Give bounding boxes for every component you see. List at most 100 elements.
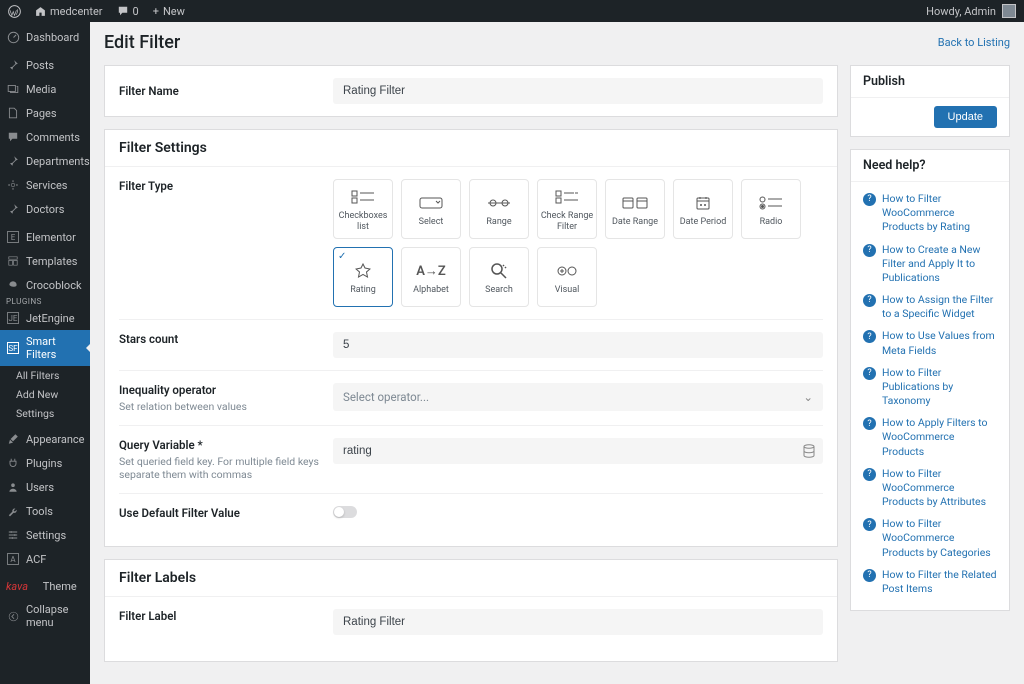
type-radio[interactable]: Radio (741, 179, 801, 239)
services-icon (6, 178, 20, 192)
type-range[interactable]: Range (469, 179, 529, 239)
plus-icon: + (153, 5, 159, 18)
brush-icon (6, 432, 20, 446)
wrench-icon (6, 504, 20, 518)
filter-labels-panel: Filter Labels Filter Label (104, 559, 838, 662)
help-icon: ? (863, 294, 876, 307)
filter-label-label: Filter Label (119, 609, 333, 623)
elementor-icon: E (6, 230, 20, 244)
comments-count: 0 (133, 5, 139, 18)
active-arrow-icon (86, 343, 91, 353)
chevron-down-icon: ⌄ (803, 390, 813, 404)
help-link[interactable]: How to Create a New Filter and Apply It … (882, 243, 997, 286)
help-heading: Need help? (851, 150, 1009, 182)
account-link[interactable]: Howdy, Admin (926, 4, 1016, 18)
submenu-settings[interactable]: Settings (10, 404, 90, 423)
sidebar-item-crocoblock[interactable]: Crocoblock (0, 273, 90, 297)
stars-count-input[interactable] (333, 332, 823, 358)
help-link[interactable]: How to Apply Filters to WooCommerce Prod… (882, 416, 997, 459)
sidebar-item-comments[interactable]: Comments (0, 125, 90, 149)
sidebar-item-elementor[interactable]: EElementor (0, 225, 90, 249)
help-icon: ? (863, 468, 876, 481)
type-visual[interactable]: Visual (537, 247, 597, 307)
type-rating[interactable]: ✓Rating (333, 247, 393, 307)
page-title: Edit Filter (104, 32, 180, 53)
help-icon: ? (863, 330, 876, 343)
help-icon: ? (863, 193, 876, 206)
radio-icon (759, 195, 783, 211)
help-link[interactable]: How to Use Values from Meta Fields (882, 329, 997, 357)
help-link[interactable]: How to Filter WooCommerce Products by Ra… (882, 192, 997, 235)
sidebar-item-plugins[interactable]: Plugins (0, 451, 90, 475)
sidebar-item-smartfilters[interactable]: SFSmart Filters (0, 330, 90, 366)
update-button[interactable]: Update (934, 106, 997, 128)
collapse-menu[interactable]: Collapse menu (0, 598, 90, 634)
help-link[interactable]: How to Filter the Related Post Items (882, 568, 997, 596)
type-select[interactable]: Select (401, 179, 461, 239)
sidebar-item-dashboard[interactable]: Dashboard (0, 25, 90, 49)
sidebar-item-doctors[interactable]: Doctors (0, 197, 90, 221)
doctors-icon (6, 202, 20, 216)
filter-type-grid: Checkboxes list Select Range Check Range… (333, 179, 823, 307)
sidebar-item-services[interactable]: Services (0, 173, 90, 197)
default-value-toggle[interactable] (333, 506, 357, 518)
help-link[interactable]: How to Filter WooCommerce Products by At… (882, 467, 997, 510)
type-checkboxes[interactable]: Checkboxes list (333, 179, 393, 239)
comments-link[interactable]: 0 (117, 5, 139, 18)
filter-label-input[interactable] (333, 609, 823, 635)
submenu-all-filters[interactable]: All Filters (10, 366, 90, 385)
help-icon: ? (863, 518, 876, 531)
help-link[interactable]: How to Filter WooCommerce Products by Ca… (882, 517, 997, 560)
alphabet-icon: A→Z (416, 263, 446, 279)
sidebar-item-tools[interactable]: Tools (0, 499, 90, 523)
query-var-input[interactable] (333, 438, 797, 464)
sidebar-item-jetengine[interactable]: JEJetEngine (0, 306, 90, 330)
help-link[interactable]: How to Assign the Filter to a Specific W… (882, 293, 997, 321)
sidebar-item-settings[interactable]: Settings (0, 523, 90, 547)
sidebar-item-templates[interactable]: Templates (0, 249, 90, 273)
sidebar-item-departments[interactable]: Departments (0, 149, 90, 173)
collapse-icon (6, 609, 20, 623)
default-value-label: Use Default Filter Value (119, 506, 333, 520)
type-dateperiod[interactable]: Date Period (673, 179, 733, 239)
inequality-select[interactable]: Select operator... ⌄ (333, 383, 823, 411)
checkrange-icon (555, 189, 579, 205)
type-alphabet[interactable]: A→ZAlphabet (401, 247, 461, 307)
type-checkrange[interactable]: Check Range Filter (537, 179, 597, 239)
sidebar-item-pages[interactable]: Pages (0, 101, 90, 125)
publish-panel: Publish Update (850, 65, 1010, 137)
filter-name-panel: Filter Name (104, 65, 838, 117)
sidebar-item-theme[interactable]: kava Theme (0, 575, 90, 598)
visual-icon (557, 263, 577, 279)
sidebar-item-posts[interactable]: Posts (0, 53, 90, 77)
croco-icon (6, 278, 20, 292)
jetengine-icon: JE (6, 311, 20, 325)
filter-settings-heading: Filter Settings (105, 130, 837, 167)
comment-icon (6, 130, 20, 144)
sidebar-item-appearance[interactable]: Appearance (0, 427, 90, 451)
database-icon[interactable] (803, 444, 815, 458)
sidebar-item-media[interactable]: Media (0, 77, 90, 101)
filter-name-input[interactable] (333, 78, 823, 104)
type-daterange[interactable]: Date Range (605, 179, 665, 239)
dashboard-icon (6, 30, 20, 44)
type-search[interactable]: Search (469, 247, 529, 307)
filter-name-label: Filter Name (119, 84, 333, 98)
new-link[interactable]: +New (153, 5, 185, 18)
sliders-icon (6, 528, 20, 542)
back-to-listing-link[interactable]: Back to Listing (938, 36, 1010, 49)
admin-sidebar: Dashboard Posts Media Pages Comments Dep… (0, 22, 90, 684)
sidebar-item-acf[interactable]: AACF (0, 547, 90, 571)
plugins-tag: plugins (0, 297, 90, 306)
help-link[interactable]: How to Filter Publications by Taxonomy (882, 366, 997, 409)
smartfilters-icon: SF (6, 341, 20, 355)
help-icon: ? (863, 569, 876, 582)
filter-type-label: Filter Type (119, 179, 333, 193)
wp-logo[interactable] (8, 5, 21, 18)
search-icon (491, 263, 507, 279)
site-link[interactable]: medcenter (35, 5, 103, 18)
sidebar-submenu: All Filters Add New Settings (0, 366, 90, 423)
sidebar-item-users[interactable]: Users (0, 475, 90, 499)
submenu-add-new[interactable]: Add New (10, 385, 90, 404)
pin-icon (6, 58, 20, 72)
